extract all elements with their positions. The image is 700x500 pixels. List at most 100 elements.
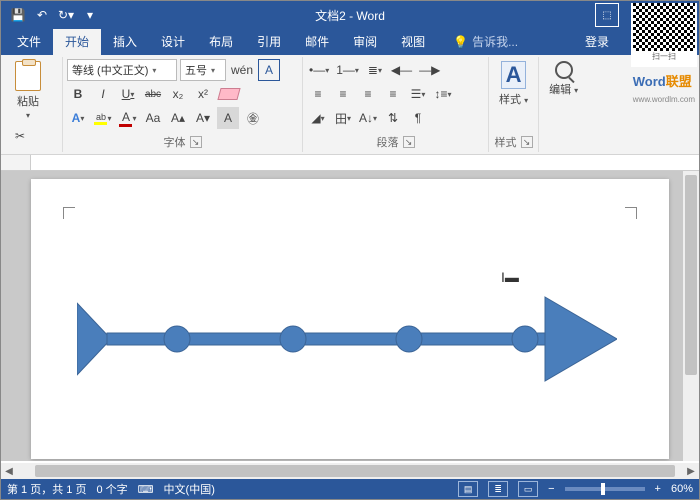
ribbon-tabs: 文件 开始 插入 设计 布局 引用 邮件 审阅 视图 💡告诉我... 登录 <box>1 29 699 55</box>
bullets-button[interactable]: •—▾ <box>307 59 331 81</box>
tab-design[interactable]: 设计 <box>149 28 197 55</box>
tab-mailings[interactable]: 邮件 <box>293 28 341 55</box>
paste-button[interactable]: 粘贴▾ <box>9 59 47 122</box>
grow-font-button[interactable]: A▴ <box>167 107 189 129</box>
horizontal-scrollbar[interactable]: ◀ ▶ <box>1 463 699 479</box>
web-layout-button[interactable]: ▭ <box>518 481 538 497</box>
asian-sort-button[interactable]: A↓▾ <box>357 107 379 129</box>
search-icon <box>555 61 573 79</box>
ribbon-display-options[interactable]: ⬚ <box>595 3 619 27</box>
cut-button[interactable]: ✂ <box>9 125 31 147</box>
font-name-combo[interactable]: 等线 (中文正文)▾ <box>67 59 177 81</box>
borders-button[interactable]: 田▾ <box>332 107 354 129</box>
underline-button[interactable]: U▾ <box>117 83 139 105</box>
decrease-indent-button[interactable]: ◀— <box>389 59 414 81</box>
character-border-button[interactable]: A <box>258 59 280 81</box>
distributed-button[interactable]: ☰▾ <box>407 83 429 105</box>
shrink-font-button[interactable]: A▾ <box>192 107 214 129</box>
zoom-in-button[interactable]: + <box>655 483 661 495</box>
increase-indent-button[interactable]: —▶ <box>417 59 442 81</box>
page-count[interactable]: 第 1 页，共 1 页 <box>7 481 86 497</box>
tab-file[interactable]: 文件 <box>5 28 53 55</box>
font-color-button[interactable]: A▾ <box>117 107 139 129</box>
group-paragraph: •—▾ 1—▾ ≣▾ ◀— —▶ ≡ ≡ ≡ ≡ ☰▾ ↕≡▾ ◢▾ 田▾ A↓… <box>303 57 489 152</box>
justify-button[interactable]: ≡ <box>382 83 404 105</box>
print-layout-button[interactable]: ≣ <box>488 481 508 497</box>
tab-insert[interactable]: 插入 <box>101 28 149 55</box>
language-status[interactable]: 中文(中国) <box>164 481 215 497</box>
font-size-combo[interactable]: 五号▾ <box>180 59 226 81</box>
horizontal-ruler[interactable] <box>1 155 699 171</box>
ruler-corner <box>1 155 31 170</box>
text-cursor-icon: I▬ <box>501 269 519 285</box>
character-shading-button[interactable]: A <box>217 107 239 129</box>
strikethrough-button[interactable]: abc <box>142 83 164 105</box>
zoom-slider[interactable] <box>565 487 645 491</box>
font-launcher[interactable]: ↘ <box>190 136 202 148</box>
qat-customize[interactable]: ▾ <box>79 4 101 26</box>
tab-review[interactable]: 审阅 <box>341 28 389 55</box>
quick-access-toolbar: 💾 ↶ ↻▾ ▾ <box>1 4 107 26</box>
qr-code-icon <box>633 3 695 51</box>
tab-view[interactable]: 视图 <box>389 28 437 55</box>
document-area: I▬ <box>1 171 699 461</box>
align-right-button[interactable]: ≡ <box>357 83 379 105</box>
sign-in-link[interactable]: 登录 <box>575 28 619 55</box>
phonetic-guide-button[interactable]: wén <box>229 59 255 81</box>
zoom-out-button[interactable]: − <box>548 483 554 495</box>
keyboard-icon: ⌨ <box>138 483 154 496</box>
status-bar: 第 1 页，共 1 页 0 个字 ⌨ 中文(中国) ▤ ≣ ▭ − + 60% <box>1 479 699 499</box>
superscript-button[interactable]: x² <box>192 83 214 105</box>
hscroll-left-arrow[interactable]: ◀ <box>1 466 17 477</box>
margin-marker-tr <box>625 207 637 219</box>
tab-layout[interactable]: 布局 <box>197 28 245 55</box>
clipboard-icon <box>15 61 41 91</box>
text-effects-button[interactable]: A▾ <box>67 107 89 129</box>
group-editing: 编辑 ▾ <box>539 57 588 152</box>
styles-launcher[interactable]: ↘ <box>521 136 533 148</box>
lightbulb-icon: 💡 <box>453 35 468 49</box>
italic-button[interactable]: I <box>92 83 114 105</box>
bold-button[interactable]: B <box>67 83 89 105</box>
align-center-button[interactable]: ≡ <box>332 83 354 105</box>
group-clipboard: 粘贴▾ ✂ ⎘ 剪贴板↘ <box>5 57 63 152</box>
tell-me-search[interactable]: 💡告诉我... <box>445 28 526 55</box>
highlight-button[interactable]: ab▾ <box>92 107 114 129</box>
group-styles: A 样式 ▾ 样式↘ <box>489 57 539 152</box>
styles-button[interactable]: A 样式 ▾ <box>493 59 534 109</box>
enclose-characters-button[interactable]: ㊎ <box>242 107 264 129</box>
clear-formatting-button[interactable] <box>217 83 241 105</box>
shading-button[interactable]: ◢▾ <box>307 107 329 129</box>
watermark-logo: Word联盟 www.wordlm.com <box>633 71 695 105</box>
word-count[interactable]: 0 个字 <box>96 481 127 497</box>
tab-home[interactable]: 开始 <box>53 28 101 55</box>
show-marks-button[interactable]: ¶ <box>407 107 429 129</box>
line-spacing-button[interactable]: ↕≡▾ <box>432 83 454 105</box>
numbering-button[interactable]: 1—▾ <box>334 59 361 81</box>
styles-icon: A <box>501 61 527 89</box>
sort-button[interactable]: ⇅ <box>382 107 404 129</box>
zoom-level[interactable]: 60% <box>671 483 693 495</box>
title-bar: 💾 ↶ ↻▾ ▾ 文档2 - Word ⬚ <box>1 1 699 29</box>
document-page[interactable]: I▬ <box>31 179 669 459</box>
multilevel-list-button[interactable]: ≣▾ <box>364 59 386 81</box>
editing-button[interactable]: 编辑 ▾ <box>543 59 584 99</box>
ribbon: 粘贴▾ ✂ ⎘ 剪贴板↘ 等线 (中文正文)▾ 五号▾ wén A B I U▾… <box>1 55 699 155</box>
read-mode-button[interactable]: ▤ <box>458 481 478 497</box>
vscroll-thumb[interactable] <box>685 175 697 375</box>
margin-marker-tl <box>63 207 75 219</box>
group-font: 等线 (中文正文)▾ 五号▾ wén A B I U▾ abc x₂ x² A▾… <box>63 57 303 152</box>
save-button[interactable]: 💾 <box>7 4 29 26</box>
subscript-button[interactable]: x₂ <box>167 83 189 105</box>
paragraph-launcher[interactable]: ↘ <box>403 136 415 148</box>
hscroll-right-arrow[interactable]: ▶ <box>683 466 699 477</box>
change-case-button[interactable]: Aa <box>142 107 164 129</box>
vertical-scrollbar[interactable] <box>683 171 699 461</box>
tab-references[interactable]: 引用 <box>245 28 293 55</box>
arrow-timeline-shape[interactable] <box>77 289 617 389</box>
align-left-button[interactable]: ≡ <box>307 83 329 105</box>
undo-button[interactable]: ↶ <box>31 4 53 26</box>
qr-overlay: 扫一扫 <box>631 3 697 67</box>
hscroll-thumb[interactable] <box>35 465 675 477</box>
redo-button[interactable]: ↻▾ <box>55 4 77 26</box>
